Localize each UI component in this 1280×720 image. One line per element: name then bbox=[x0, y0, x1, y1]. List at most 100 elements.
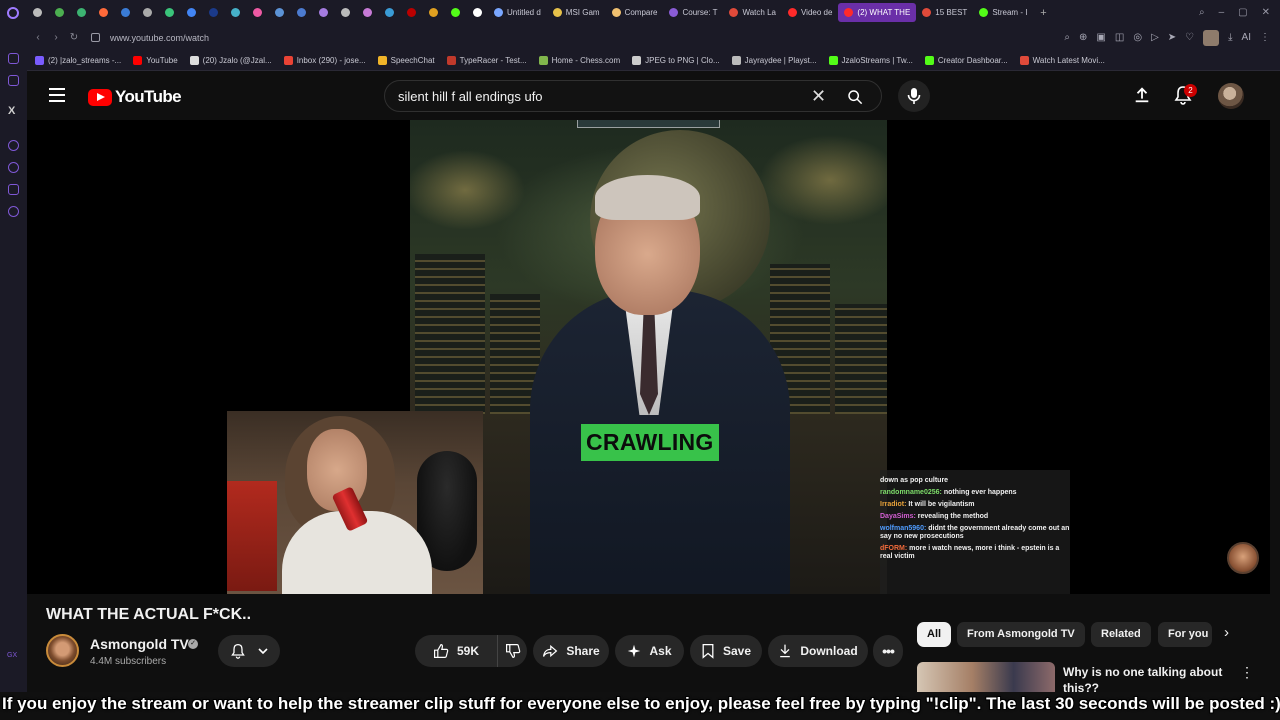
tab-pinned-icon[interactable] bbox=[26, 0, 48, 25]
sidebar-gx-corner-icon[interactable] bbox=[8, 53, 19, 64]
tab-pinned-icon[interactable] bbox=[422, 0, 444, 25]
tab-pinned-icon[interactable] bbox=[180, 0, 202, 25]
chip-all[interactable]: All bbox=[917, 622, 952, 647]
search-tabs-icon[interactable]: ⌕ bbox=[1199, 7, 1205, 18]
ask-button[interactable]: Ask bbox=[615, 635, 684, 667]
tab-pinned-icon[interactable] bbox=[224, 0, 246, 25]
download-icon[interactable]: ⤓ bbox=[1228, 32, 1232, 43]
url-field[interactable]: www.youtube.com/watch bbox=[110, 33, 209, 43]
save-button[interactable]: Save bbox=[690, 635, 762, 667]
subscription-bell-button[interactable] bbox=[218, 635, 280, 667]
sidebar-settings-icon[interactable] bbox=[8, 206, 19, 217]
chip-for-you[interactable]: For you bbox=[1158, 622, 1212, 647]
bookmark[interactable]: JPEG to PNG | Clo... bbox=[632, 55, 720, 65]
zoom-icon[interactable]: ⌕ bbox=[1064, 32, 1070, 43]
search-icon[interactable] bbox=[847, 89, 863, 105]
bookmark[interactable]: Creator Dashboar... bbox=[924, 55, 1008, 65]
sidebar-gx-icon[interactable]: GX bbox=[7, 652, 17, 659]
bookmark[interactable]: YouTube bbox=[133, 55, 178, 65]
tab-pinned-icon[interactable] bbox=[114, 0, 136, 25]
tab[interactable]: Stream - I bbox=[973, 3, 1033, 22]
heart-icon[interactable]: ♡ bbox=[1185, 32, 1194, 43]
channel-avatar[interactable] bbox=[46, 634, 79, 667]
opera-gx-logo[interactable] bbox=[0, 0, 26, 25]
tab[interactable]: MSI Gam bbox=[547, 3, 606, 22]
sidebar-cube-icon[interactable] bbox=[8, 184, 19, 195]
lock-icon[interactable] bbox=[91, 33, 100, 42]
chip-from-channel[interactable]: From Asmongold TV bbox=[957, 622, 1085, 647]
chip-related[interactable]: Related bbox=[1091, 622, 1151, 647]
recommended-video-thumbnail[interactable] bbox=[917, 662, 1055, 692]
search-input[interactable]: silent hill f all endings ufo bbox=[398, 89, 543, 104]
clear-search-icon[interactable]: ✕ bbox=[811, 86, 826, 107]
pin-icon[interactable]: ⊕ bbox=[1079, 32, 1087, 43]
search-box[interactable]: silent hill f all endings ufo ✕ bbox=[384, 80, 882, 112]
tab-pinned-icon[interactable] bbox=[48, 0, 70, 25]
tab[interactable]: Watch La bbox=[723, 3, 782, 22]
sidebar-x-icon[interactable]: X bbox=[8, 105, 15, 117]
maximize-icon[interactable]: ▢ bbox=[1238, 7, 1247, 18]
tab[interactable]: Compare bbox=[606, 3, 664, 22]
tab-pinned-icon[interactable] bbox=[268, 0, 290, 25]
tab[interactable]: Course: T bbox=[663, 3, 723, 22]
tab-pinned-icon[interactable] bbox=[290, 0, 312, 25]
dislike-button[interactable] bbox=[497, 635, 527, 667]
more-vertical-icon[interactable]: ⋮ bbox=[1240, 664, 1254, 681]
profile-avatar[interactable] bbox=[1203, 29, 1220, 46]
tab-pinned-icon[interactable] bbox=[246, 0, 268, 25]
camera-icon[interactable]: ◎ bbox=[1133, 32, 1142, 43]
reload-icon[interactable]: ↻ bbox=[67, 32, 81, 43]
user-avatar[interactable] bbox=[1218, 83, 1244, 109]
bookmark[interactable]: TypeRacer - Test... bbox=[446, 55, 527, 65]
floating-channel-avatar[interactable] bbox=[1227, 542, 1259, 574]
tab-pinned-icon[interactable] bbox=[466, 0, 488, 25]
bookmark[interactable]: Inbox (290) - jose... bbox=[283, 55, 366, 65]
tab-pinned-icon[interactable] bbox=[136, 0, 158, 25]
tab-pinned-icon[interactable] bbox=[378, 0, 400, 25]
tab-pinned-icon[interactable] bbox=[92, 0, 114, 25]
cube-icon[interactable]: ◫ bbox=[1115, 32, 1124, 43]
bookmark[interactable]: SpeechChat bbox=[377, 55, 435, 65]
minimize-icon[interactable]: – bbox=[1219, 7, 1225, 18]
tab[interactable]: Video de bbox=[782, 3, 838, 22]
bookmark[interactable]: JzaloStreams | Tw... bbox=[828, 55, 913, 65]
download-button[interactable]: Download bbox=[768, 635, 868, 667]
youtube-logo[interactable]: YouTube bbox=[88, 87, 182, 107]
bookmark[interactable]: (2) |zalo_streams -... bbox=[35, 55, 121, 65]
tab-active[interactable]: (2) WHAT THE bbox=[838, 3, 917, 22]
voice-search-button[interactable] bbox=[898, 80, 930, 112]
tab-pinned-icon[interactable] bbox=[158, 0, 180, 25]
close-window-icon[interactable]: ✕ bbox=[1262, 7, 1270, 18]
video-player[interactable]: CRAWLING down as pop culture randomname0… bbox=[27, 120, 1270, 594]
tab[interactable]: 15 BEST bbox=[916, 3, 973, 22]
snapshot-icon[interactable]: ▣ bbox=[1096, 32, 1105, 43]
more-actions-button[interactable]: ••• bbox=[873, 635, 903, 667]
tab-pinned-icon[interactable] bbox=[312, 0, 334, 25]
send-icon[interactable]: ➤ bbox=[1168, 32, 1176, 43]
forward-icon[interactable]: › bbox=[49, 32, 63, 43]
tab-pinned-icon[interactable] bbox=[334, 0, 356, 25]
like-button[interactable]: 59K bbox=[415, 635, 497, 667]
menu-icon[interactable] bbox=[49, 88, 65, 102]
play-icon[interactable]: ▷ bbox=[1151, 32, 1159, 43]
bookmark[interactable]: Home - Chess.com bbox=[538, 55, 620, 65]
tab-pinned-icon[interactable] bbox=[444, 0, 466, 25]
new-tab-button[interactable]: + bbox=[1033, 7, 1053, 19]
upload-icon[interactable] bbox=[1133, 86, 1151, 104]
recommended-video-title[interactable]: Why is no one talking about this?? bbox=[1063, 664, 1223, 692]
back-icon[interactable]: ‹ bbox=[31, 32, 45, 43]
sidebar-history-icon[interactable] bbox=[8, 162, 19, 173]
tab-pinned-icon[interactable] bbox=[202, 0, 224, 25]
ai-button[interactable]: AI bbox=[1242, 32, 1251, 43]
more-icon[interactable]: ⋮ bbox=[1260, 32, 1270, 43]
tab-pinned-icon[interactable] bbox=[356, 0, 378, 25]
chevron-right-icon[interactable]: › bbox=[1224, 624, 1229, 641]
tab-pinned-icon[interactable] bbox=[400, 0, 422, 25]
channel-name[interactable]: Asmongold TV bbox=[90, 636, 189, 652]
sidebar-twitch-icon[interactable] bbox=[8, 75, 19, 86]
bookmark[interactable]: (20) Jzalo (@Jzal... bbox=[189, 55, 272, 65]
tab[interactable]: Untitled d bbox=[488, 3, 547, 22]
tab-pinned-icon[interactable] bbox=[70, 0, 92, 25]
sidebar-player-icon[interactable] bbox=[8, 140, 19, 151]
bookmark[interactable]: Jayraydee | Playst... bbox=[731, 55, 817, 65]
